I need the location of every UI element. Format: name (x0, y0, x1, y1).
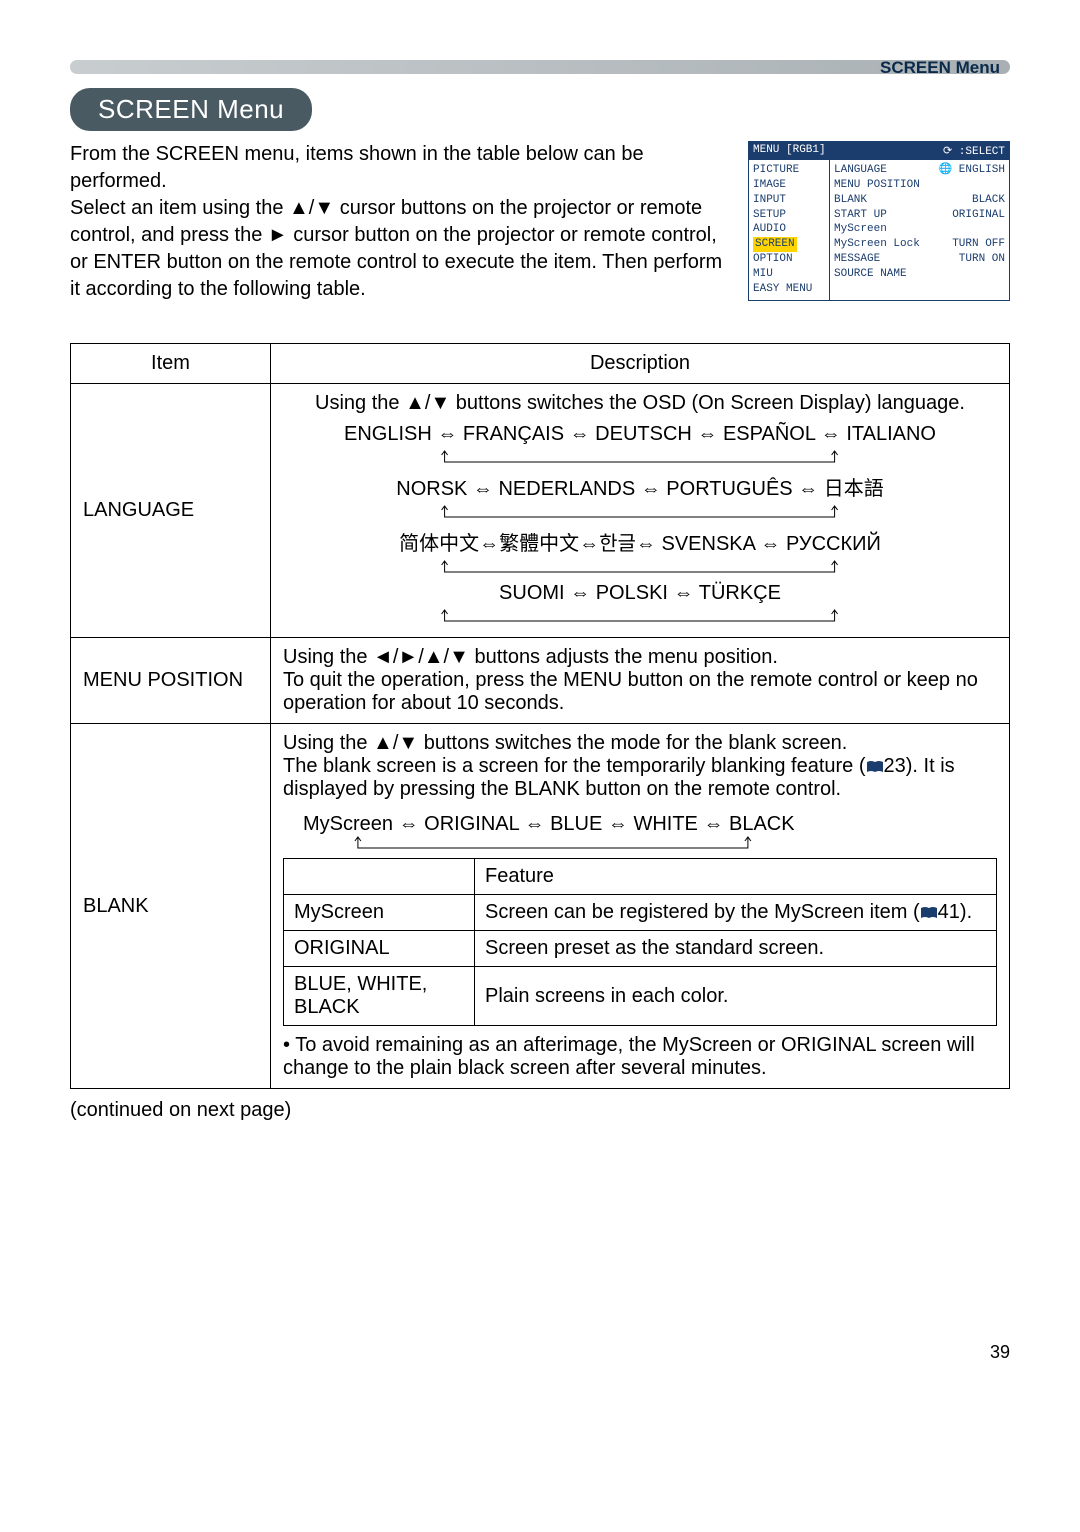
osd-left-item: INPUT (753, 193, 825, 208)
section-header-label: SCREEN Menu (880, 58, 1000, 78)
osd-preview: MENU [RGB1] ⟳ :SELECT PICTURE IMAGE INPU… (748, 141, 1010, 301)
continued-note: (continued on next page) (70, 1099, 1010, 1122)
intro-paragraph: From the SCREEN menu, items shown in the… (70, 141, 734, 303)
description-table: Item Description LANGUAGE Using the ▲/▼ … (70, 343, 1010, 1089)
osd-left-item: AUDIO (753, 222, 825, 237)
page-title: SCREEN Menu (70, 88, 312, 131)
flow-arrow-icon (303, 836, 803, 850)
page-number: 39 (70, 1342, 1010, 1363)
osd-left-item: EASY MENU (753, 282, 825, 297)
book-icon (920, 906, 938, 920)
table-row-language: LANGUAGE Using the ▲/▼ buttons switches … (71, 384, 1010, 638)
flow-arrow-icon (354, 505, 925, 519)
item-cell: LANGUAGE (71, 384, 271, 638)
flow-arrow-icon (354, 450, 925, 464)
table-row-menu-position: MENU POSITION Using the ◄/►/▲/▼ buttons … (71, 638, 1010, 724)
osd-left-item-highlighted: SCREEN (753, 237, 825, 252)
osd-right-column: LANGUAGE🌐 ENGLISH MENU POSITION BLANKBLA… (830, 160, 1009, 300)
section-header-bar: SCREEN Menu (70, 60, 1010, 74)
flow-arrow-icon (354, 609, 925, 623)
osd-left-item: OPTION (753, 252, 825, 267)
osd-select-label: ⟳ :SELECT (943, 144, 1005, 158)
osd-left-item: MIU (753, 267, 825, 282)
osd-left-item: IMAGE (753, 178, 825, 193)
col-header-item: Item (71, 344, 271, 384)
flow-arrow-icon (354, 560, 925, 574)
osd-menu-label: MENU [RGB1] (753, 144, 826, 158)
desc-cell: Using the ◄/►/▲/▼ buttons adjusts the me… (271, 638, 1010, 724)
item-cell: BLANK (71, 724, 271, 1089)
osd-left-item: SETUP (753, 208, 825, 223)
book-icon (866, 760, 884, 774)
desc-cell: Using the ▲/▼ buttons switches the OSD (… (271, 384, 1010, 638)
osd-left-item: PICTURE (753, 163, 825, 178)
col-header-description: Description (271, 344, 1010, 384)
table-row-blank: BLANK Using the ▲/▼ buttons switches the… (71, 724, 1010, 1089)
osd-left-column: PICTURE IMAGE INPUT SETUP AUDIO SCREEN O… (749, 160, 830, 300)
item-cell: MENU POSITION (71, 638, 271, 724)
blank-feature-table: Feature MyScreen Screen can be registere… (283, 858, 997, 1026)
desc-cell: Using the ▲/▼ buttons switches the mode … (271, 724, 1010, 1089)
